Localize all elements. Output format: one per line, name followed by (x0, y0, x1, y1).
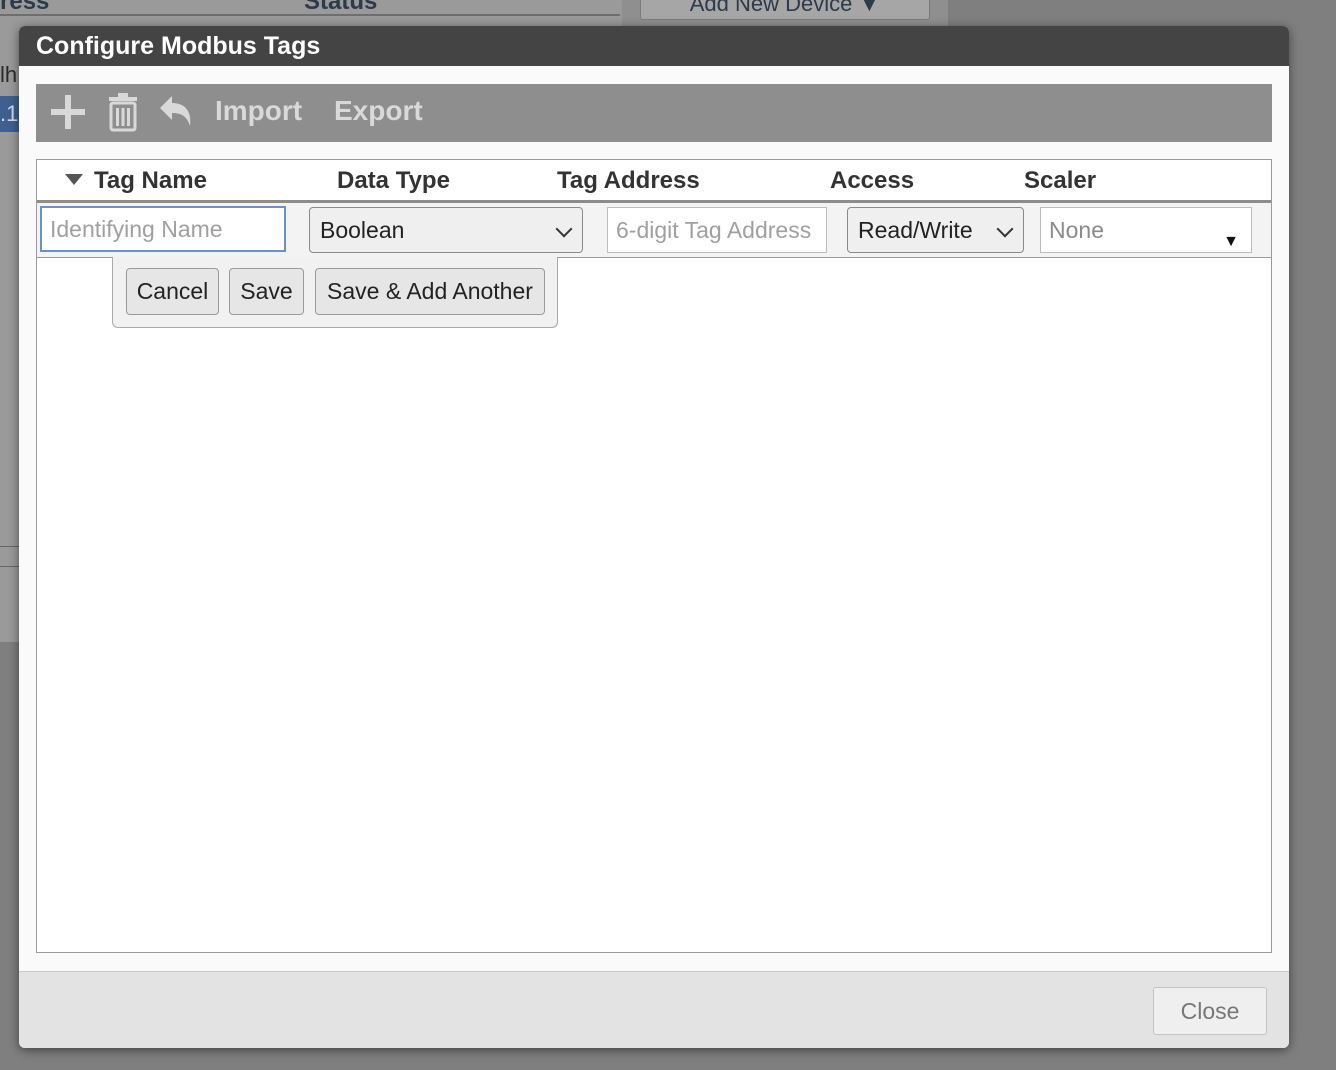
import-button[interactable]: Import (215, 95, 302, 127)
configure-modbus-tags-dialog: Configure Modbus Tags Import Export Tag … (19, 26, 1289, 1048)
save-add-another-button[interactable]: Save & Add Another (315, 268, 545, 315)
background-column-status: Status (304, 0, 378, 15)
data-type-value: Boolean (320, 217, 405, 243)
save-button[interactable]: Save (229, 268, 304, 315)
column-access[interactable]: Access (830, 167, 914, 195)
tag-name-input[interactable] (40, 206, 286, 252)
background-column-address: ress (0, 0, 50, 15)
trash-icon[interactable] (103, 92, 143, 132)
tags-grid: Tag Name Data Type Tag Address Access Sc… (36, 159, 1272, 953)
background-selected-row: .1 (0, 96, 20, 132)
background-row-text: lh (0, 62, 18, 87)
undo-icon[interactable] (156, 92, 196, 132)
dialog-titlebar: Configure Modbus Tags (19, 26, 1289, 66)
close-button[interactable]: Close (1153, 987, 1267, 1035)
dialog-body: Import Export Tag Name Data Type Tag Add… (19, 66, 1289, 971)
data-type-select[interactable]: Boolean (309, 207, 583, 253)
cancel-button[interactable]: Cancel (126, 268, 219, 315)
access-select[interactable]: Read/Write (847, 207, 1024, 253)
background-divider (0, 546, 20, 547)
sort-descending-icon[interactable] (65, 174, 83, 185)
dropdown-arrow-icon: ▼ (1223, 233, 1239, 250)
column-tag-address[interactable]: Tag Address (557, 167, 700, 195)
add-new-device-button: Add New Device ▼ (640, 0, 930, 20)
access-value: Read/Write (858, 217, 973, 243)
plus-icon[interactable] (48, 92, 88, 132)
column-data-type[interactable]: Data Type (337, 167, 450, 195)
background-divider (0, 566, 20, 567)
toolbar: Import Export (36, 84, 1272, 142)
chevron-down-icon (555, 220, 573, 238)
tag-address-input[interactable] (607, 207, 827, 253)
new-tag-edit-row: Boolean Read/Write None ▼ (37, 203, 1271, 258)
column-tag-name[interactable]: Tag Name (94, 167, 207, 195)
chevron-down-icon (996, 220, 1014, 238)
dialog-footer: Close (19, 971, 1289, 1048)
grid-header: Tag Name Data Type Tag Address Access Sc… (37, 160, 1271, 203)
row-action-popup: Cancel Save Save & Add Another (112, 257, 558, 328)
scaler-value: None (1049, 217, 1104, 243)
export-button[interactable]: Export (334, 95, 423, 127)
dialog-title: Configure Modbus Tags (36, 32, 321, 60)
column-scaler[interactable]: Scaler (1024, 167, 1096, 195)
scaler-select[interactable]: None ▼ (1040, 207, 1252, 253)
